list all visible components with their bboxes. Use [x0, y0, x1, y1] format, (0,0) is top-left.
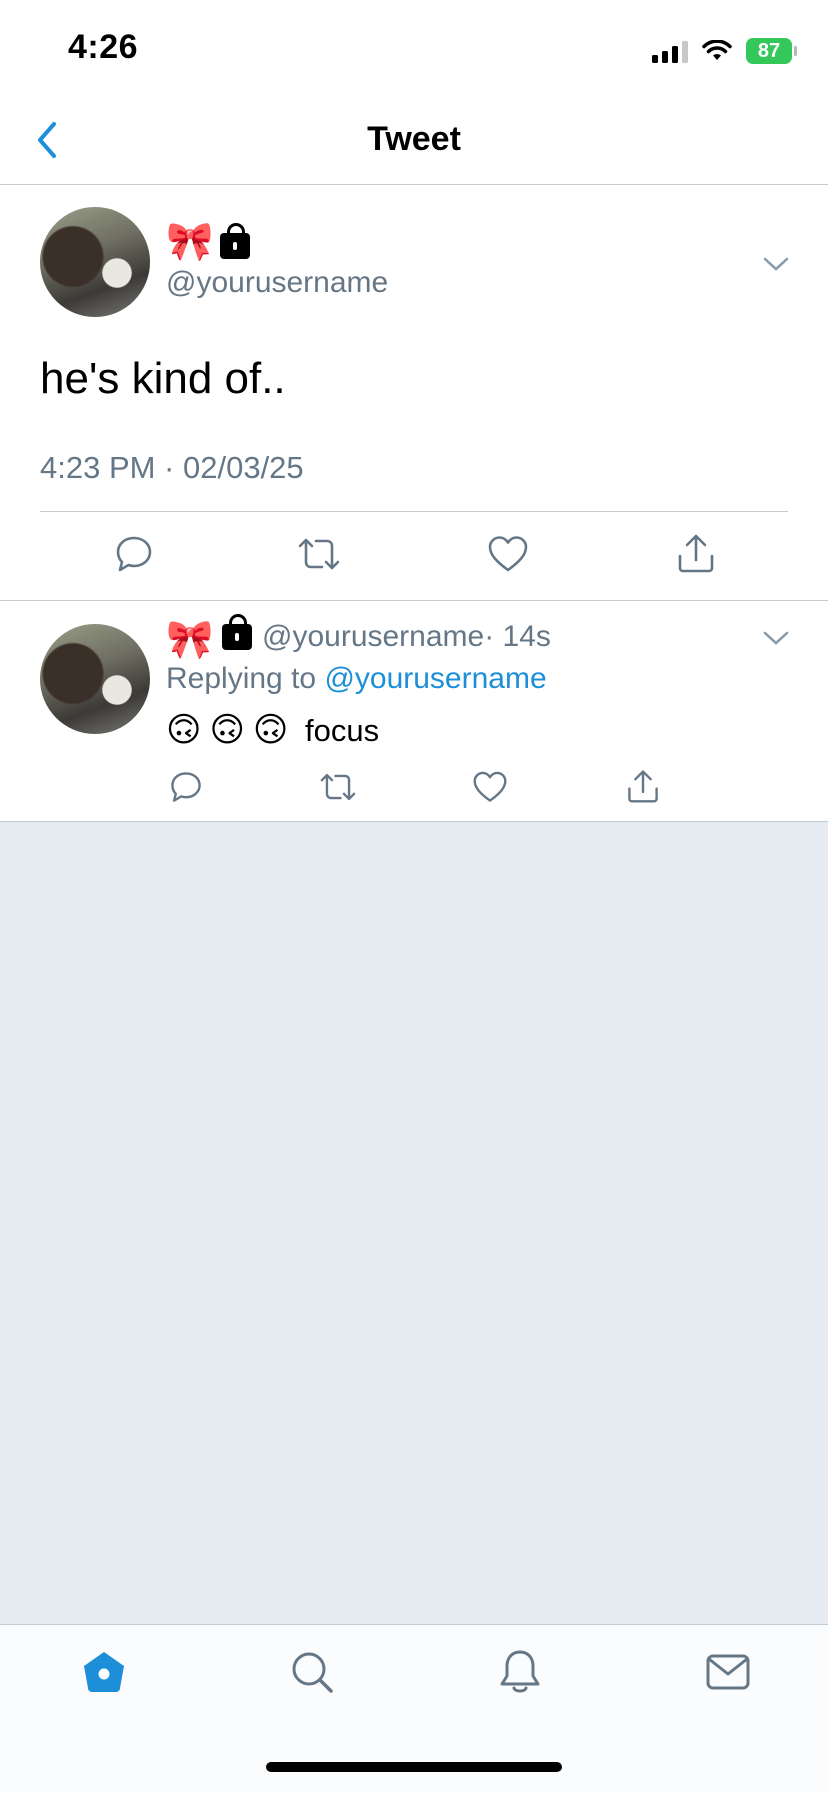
- share-icon: [678, 534, 714, 573]
- share-icon: [628, 770, 658, 803]
- replying-to-line: Replying to @yourusername: [166, 662, 547, 696]
- reply-text-line: 🙃 🙃 🙃 focus: [166, 710, 379, 750]
- bow-emoji: 🎀: [166, 221, 214, 263]
- reply-avatar[interactable]: [40, 624, 150, 734]
- reply-text: focus: [304, 713, 380, 748]
- reply-share-button[interactable]: [626, 768, 660, 804]
- status-indicators: 87: [652, 36, 797, 66]
- tweet-divider: [40, 511, 788, 512]
- tab-notifications[interactable]: [496, 1648, 544, 1696]
- header-divider: [0, 184, 828, 185]
- cellular-signal-icon: [652, 39, 688, 63]
- messages-icon: [706, 1654, 750, 1690]
- replying-to-mention[interactable]: @yourusername: [324, 662, 546, 695]
- empty-timeline-area: [0, 822, 828, 1624]
- chevron-down-icon[interactable]: [763, 256, 789, 272]
- retweet-icon: [320, 773, 356, 801]
- battery-level: 87: [757, 40, 781, 62]
- like-icon: [488, 536, 528, 572]
- tweet-timestamp: 4:23 PM · 02/03/25: [40, 450, 304, 485]
- upside-down-emoji: 🙃: [252, 711, 289, 749]
- reply-lock-icon: [222, 614, 252, 650]
- like-button[interactable]: [487, 534, 529, 574]
- share-button[interactable]: [676, 532, 716, 574]
- battery-icon: 87: [746, 38, 797, 64]
- reply-bow-emoji: 🎀: [166, 619, 214, 661]
- upside-down-emoji: 🙃: [166, 711, 202, 749]
- replying-to-label: Replying to: [166, 662, 317, 695]
- avatar[interactable]: [40, 207, 150, 317]
- reply-icon: [171, 772, 201, 802]
- status-time: 4:26: [68, 28, 139, 66]
- notifications-icon: [500, 1650, 540, 1693]
- reply-button[interactable]: [114, 534, 154, 574]
- tweet-text: he's kind of..: [40, 354, 286, 403]
- retweet-button[interactable]: [296, 534, 342, 574]
- reply-icon: [116, 536, 152, 572]
- home-indicator: [266, 1762, 562, 1772]
- reply-reply-button[interactable]: [169, 770, 203, 804]
- tab-home[interactable]: [80, 1648, 128, 1696]
- home-icon: [84, 1652, 124, 1692]
- lock-icon: [220, 223, 250, 259]
- reply-handle-line: @yourusername· 14s: [262, 620, 551, 654]
- reply-like-button[interactable]: [472, 770, 508, 804]
- retweet-icon: [298, 538, 340, 570]
- page-title: Tweet: [367, 120, 461, 158]
- reply-time: · 14s: [484, 620, 551, 653]
- like-icon: [473, 771, 507, 802]
- tab-messages[interactable]: [704, 1648, 752, 1696]
- reply-chevron-down-icon[interactable]: [763, 630, 789, 646]
- thread-divider: [0, 600, 828, 601]
- reply-retweet-button[interactable]: [318, 770, 358, 804]
- wifi-icon: [702, 40, 732, 60]
- search-icon: [292, 1652, 333, 1693]
- reply-handle[interactable]: @yourusername: [262, 620, 484, 653]
- tweet-handle[interactable]: @yourusername: [166, 266, 388, 300]
- tab-search[interactable]: [288, 1648, 336, 1696]
- upside-down-emoji: 🙃: [209, 711, 245, 749]
